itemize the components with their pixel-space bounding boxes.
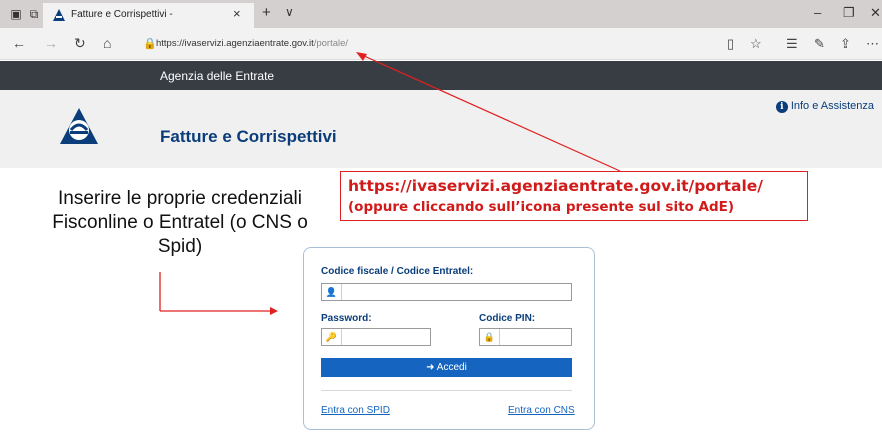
- pin-label: Codice PIN:: [479, 313, 536, 324]
- codice-fiscale-label: Codice fiscale / Codice Entratel:: [321, 266, 474, 277]
- password-input[interactable]: 🔑: [321, 328, 431, 346]
- codice-fiscale-input[interactable]: 👤: [321, 283, 572, 301]
- pin-input[interactable]: 🔒: [479, 328, 572, 346]
- accedi-label: Accedi: [436, 362, 467, 373]
- login-card: Codice fiscale / Codice Entratel: 👤 Pass…: [303, 247, 595, 430]
- callout-note: (oppure cliccando sull’icona presente su…: [348, 199, 735, 215]
- password-label: Password:: [321, 313, 372, 324]
- card-divider: [321, 390, 572, 391]
- entra-con-spid-link[interactable]: Entra con SPID: [321, 405, 390, 416]
- url-callout-box: https://ivaservizi.agenziaentrate.gov.it…: [340, 171, 808, 221]
- user-icon: 👤: [322, 284, 342, 300]
- lock-small-icon: 🔒: [480, 329, 500, 345]
- instruction-text: Inserire le proprie credenziali Fisconli…: [52, 188, 308, 257]
- entra-con-cns-link[interactable]: Entra con CNS: [508, 405, 575, 416]
- login-arrow-icon: ➜: [426, 362, 435, 373]
- instruction-arrow: [159, 272, 278, 315]
- callout-url: https://ivaservizi.agenziaentrate.gov.it…: [348, 177, 763, 195]
- url-annotation-arrow: [356, 52, 621, 172]
- accedi-button[interactable]: ➜ Accedi: [321, 358, 572, 377]
- key-icon: 🔑: [322, 329, 342, 345]
